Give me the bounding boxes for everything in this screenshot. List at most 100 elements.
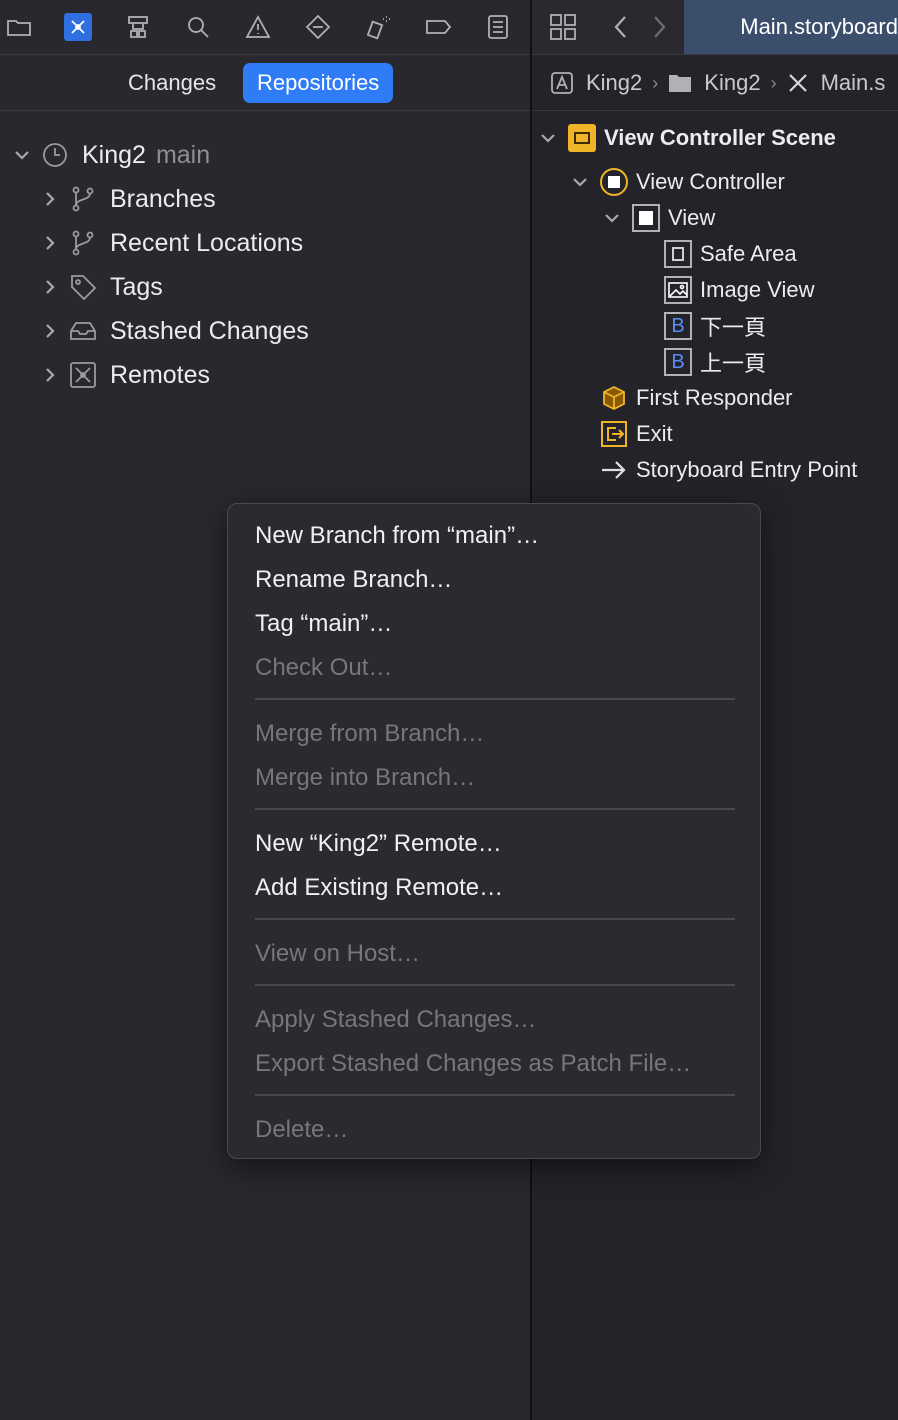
chevron-down-icon[interactable] (12, 145, 32, 165)
menu-item-delete: Delete… (255, 1116, 349, 1143)
menu-separator (255, 808, 735, 810)
context-menu: New Branch from “main”… Rename Branch… T… (227, 503, 761, 1159)
menu-separator (255, 698, 735, 700)
exit-icon (601, 421, 627, 447)
view-controller-icon (600, 168, 628, 196)
scene-icon (568, 124, 596, 152)
outline-child-label: Image View (700, 277, 815, 302)
menu-item-add-remote[interactable]: Add Existing Remote… (255, 868, 503, 908)
breadcrumb: King2 › King2 › Main.s (532, 56, 898, 111)
outline-child-row[interactable]: B 上一頁 (664, 345, 766, 379)
remote-icon (70, 362, 96, 388)
test-diamond-icon[interactable] (301, 10, 335, 44)
branch-icon (72, 186, 94, 212)
tree-item-stashed-changes[interactable]: Stashed Changes (40, 311, 309, 351)
menu-item-merge-into: Merge into Branch… (255, 764, 476, 791)
breakpoint-icon[interactable] (421, 10, 455, 44)
outline-child-row[interactable]: B 下一頁 (664, 309, 766, 343)
view-label: View (668, 205, 716, 230)
tree-item-remotes[interactable]: Remotes (40, 355, 210, 395)
breadcrumb-separator-icon: › (770, 72, 777, 93)
report-icon[interactable] (481, 10, 515, 44)
chevron-right-icon[interactable] (40, 321, 60, 341)
menu-separator (255, 1094, 735, 1096)
source-control-icon[interactable] (64, 13, 92, 41)
chevron-down-icon[interactable] (602, 208, 622, 228)
menu-separator (255, 918, 735, 920)
outline-child-row[interactable]: Image View (664, 273, 815, 307)
menu-item-check-out: Check Out… (255, 654, 393, 681)
grid-icon[interactable] (548, 12, 578, 42)
outline-first-responder-row[interactable]: First Responder (600, 381, 793, 415)
first-responder-label: First Responder (636, 385, 793, 410)
image-icon (664, 276, 692, 304)
back-icon[interactable] (610, 14, 632, 40)
navigator-toolbar (0, 0, 530, 55)
folder-icon[interactable] (2, 10, 36, 44)
cube-icon (603, 385, 625, 411)
editor-toolbar: Main.storyboard (532, 0, 898, 55)
storyboard-icon (788, 74, 807, 92)
branch-icon (72, 230, 94, 256)
forward-icon[interactable] (648, 14, 670, 40)
chevron-right-icon[interactable] (40, 233, 60, 253)
breadcrumb-folder[interactable]: King2 (704, 70, 760, 96)
menu-item-tag[interactable]: Tag “main”… (255, 604, 392, 644)
outline-entry-point-row[interactable]: Storyboard Entry Point (600, 453, 857, 487)
tray-icon (70, 322, 96, 340)
entry-point-label: Storyboard Entry Point (636, 457, 858, 482)
repo-row[interactable]: King2 main (12, 135, 210, 175)
outline-child-label: 下一頁 (700, 315, 767, 340)
arrow-right-icon (602, 461, 626, 479)
chevron-down-icon[interactable] (538, 128, 558, 148)
menu-separator (255, 984, 735, 986)
outline-child-row[interactable]: Safe Area (664, 237, 797, 271)
project-icon (551, 72, 573, 94)
warning-icon[interactable] (241, 10, 275, 44)
breadcrumb-separator-icon: › (652, 72, 659, 93)
tree-item-label: Tags (110, 272, 163, 301)
repo-branch: main (155, 140, 211, 169)
outline-view-controller-row[interactable]: View Controller (570, 165, 785, 199)
search-icon[interactable] (181, 10, 215, 44)
menu-item-new-remote[interactable]: New “King2” Remote… (255, 824, 502, 864)
navigator-segmented-control: Changes Repositories (0, 56, 530, 111)
menu-item-apply-stash: Apply Stashed Changes… (255, 1006, 537, 1033)
button-icon: B (664, 348, 692, 376)
tab-main-storyboard[interactable]: Main.storyboard (684, 0, 898, 54)
chevron-right-icon[interactable] (40, 189, 60, 209)
menu-item-new-branch[interactable]: New Branch from “main”… (255, 516, 539, 556)
clock-icon (43, 143, 67, 167)
chevron-right-icon[interactable] (40, 277, 60, 297)
folder-icon (669, 75, 692, 92)
menu-item-merge-from: Merge from Branch… (255, 720, 485, 747)
outline-view-row[interactable]: View (602, 201, 715, 235)
tree-item-branches[interactable]: Branches (40, 179, 216, 219)
tab-repositories[interactable]: Repositories (243, 63, 394, 103)
menu-item-export-stash: Export Stashed Changes as Patch File… (255, 1050, 692, 1077)
breadcrumb-file[interactable]: Main.s (821, 70, 886, 96)
view-icon (632, 204, 660, 232)
menu-item-rename-branch[interactable]: Rename Branch… (255, 560, 452, 600)
view-controller-label: View Controller (636, 169, 785, 194)
tab-changes[interactable]: Changes (114, 63, 230, 103)
hierarchy-icon[interactable] (121, 10, 155, 44)
repo-name: King2 (82, 140, 146, 169)
chevron-down-icon[interactable] (570, 172, 590, 192)
tree-item-label: Remotes (110, 360, 211, 389)
tag-icon (71, 275, 97, 301)
outline-scene-row[interactable]: View Controller Scene (538, 121, 836, 155)
tab-title: Main.storyboard (740, 14, 898, 39)
tree-item-recent-locations[interactable]: Recent Locations (40, 223, 303, 263)
tree-item-label: Stashed Changes (110, 316, 309, 345)
tree-item-tags[interactable]: Tags (40, 267, 163, 307)
button-icon: B (664, 312, 692, 340)
debug-spray-icon[interactable] (361, 10, 395, 44)
outline-exit-row[interactable]: Exit (600, 417, 673, 451)
tree-item-label: Branches (110, 184, 216, 213)
outline-child-label: Safe Area (700, 241, 797, 266)
breadcrumb-project[interactable]: King2 (586, 70, 642, 96)
outline-child-label: 上一頁 (700, 351, 767, 376)
menu-item-view-on-host: View on Host… (255, 940, 420, 967)
chevron-right-icon[interactable] (40, 365, 60, 385)
